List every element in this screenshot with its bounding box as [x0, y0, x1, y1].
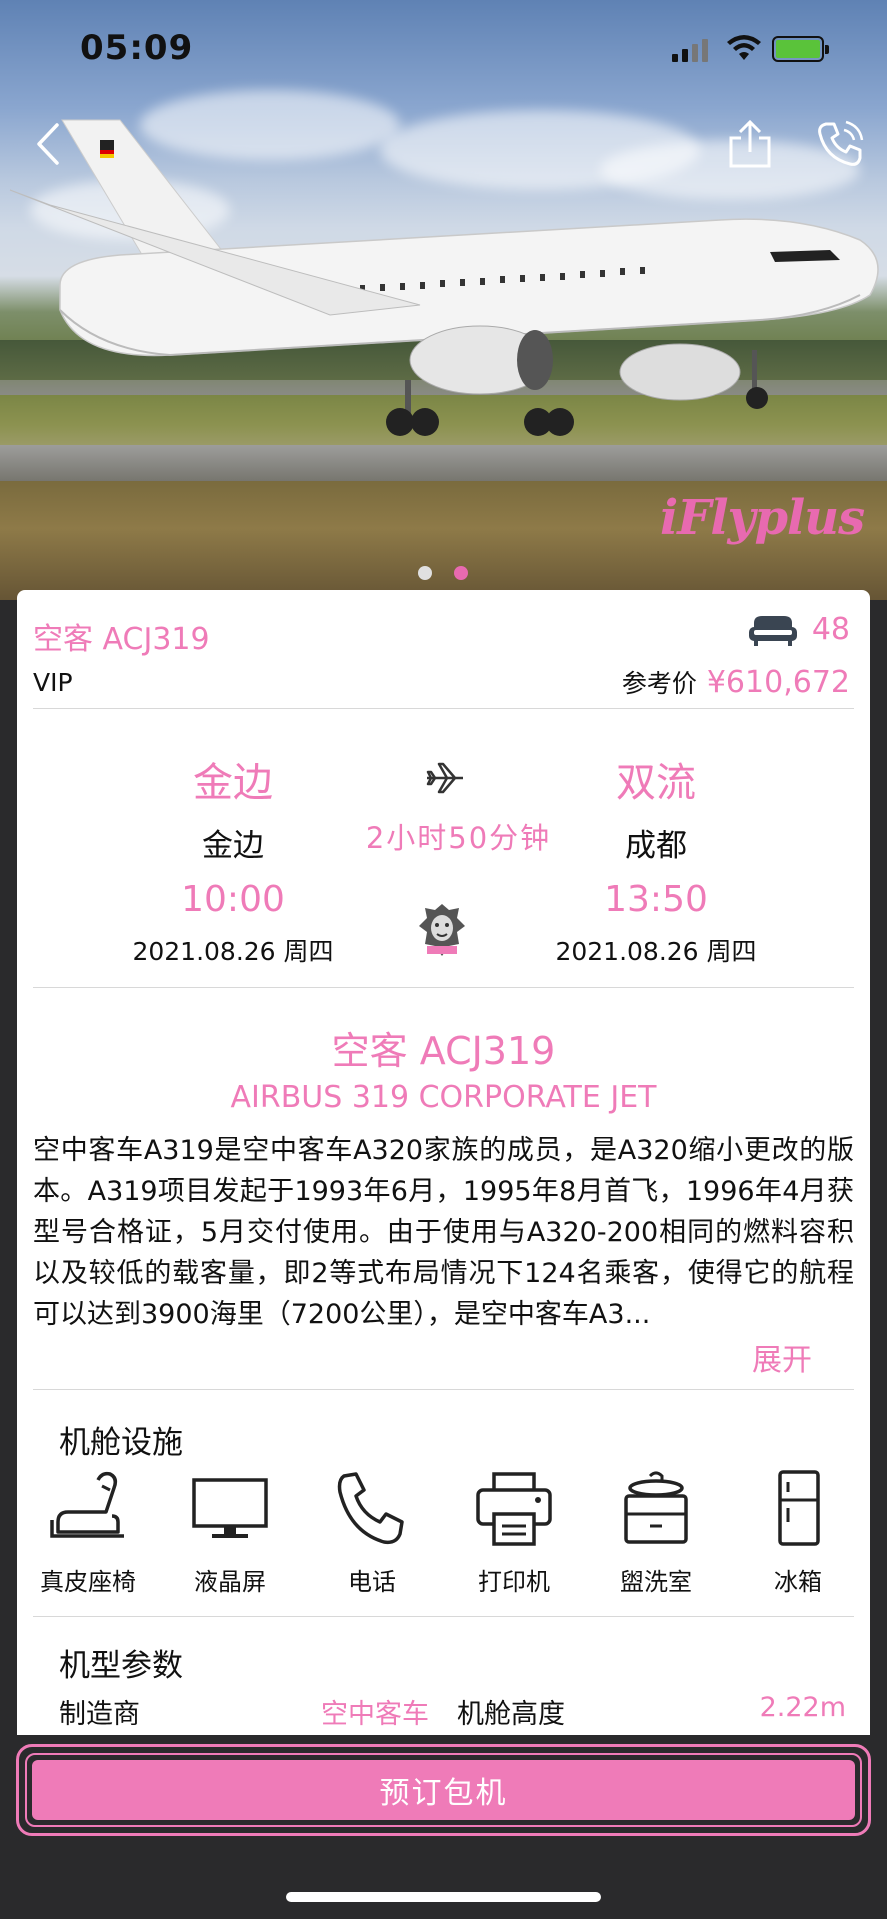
divider — [33, 1389, 854, 1390]
aircraft-photo: 05:09 iFlyplus — [0, 0, 887, 600]
flight-detail-card: 空客 ACJ319 48 VIP 参考价 ¥610,672 金边 金边 10:0… — [17, 590, 870, 1735]
price-value: ¥610,672 — [706, 665, 850, 700]
battery-icon — [772, 36, 829, 62]
arrival-time: 13:50 — [604, 879, 708, 920]
departure-info: 金边 金边 10:00 2021.08.26 周四 — [83, 750, 383, 968]
amenity-label: 电话 — [348, 1568, 396, 1596]
amenities-list: 真皮座椅 液晶屏 电话 打印机 盥洗室 冰箱 — [17, 1470, 870, 1597]
brand-logo: iFlyplus — [660, 490, 865, 546]
washroom-icon — [624, 1471, 688, 1544]
spec-value-cabin-height: 2.22m — [759, 1692, 846, 1723]
expand-link[interactable]: 展开 — [752, 1335, 812, 1379]
amenity-label: 盥洗室 — [620, 1568, 692, 1596]
description-body: 空中客车A319是空中客车A320家族的成员，是A320缩小更改的版本。A319… — [33, 1135, 854, 1330]
book-charter-frame: 预订包机 — [25, 1753, 862, 1827]
aircraft-model: 空客 ACJ319 — [33, 622, 210, 657]
carousel-indicator — [418, 566, 468, 580]
seat-count: 48 — [748, 612, 850, 647]
cabin-class: VIP — [33, 668, 73, 697]
flight-duration: 2小时50分钟 — [365, 821, 552, 855]
printer-icon — [476, 1472, 552, 1546]
seat-icon — [50, 1471, 124, 1538]
carousel-dot[interactable] — [418, 566, 432, 580]
status-time: 05:09 — [80, 28, 194, 68]
fridge-icon — [778, 1470, 820, 1546]
phone-call-icon — [818, 120, 864, 166]
call-button[interactable] — [812, 116, 868, 172]
arrival-airport: 双流 — [616, 760, 696, 806]
book-charter-button[interactable]: 预订包机 — [32, 1760, 855, 1820]
amenities-title: 机舱设施 — [59, 1425, 183, 1461]
spec-value-manufacturer: 空中客车 — [321, 1699, 429, 1730]
divider — [33, 708, 854, 709]
amenity-item: 液晶屏 — [159, 1470, 301, 1597]
departure-date: 2021.08.26 周四 — [132, 937, 334, 966]
back-button[interactable] — [20, 116, 76, 172]
divider — [33, 1616, 854, 1617]
book-charter-container: 预订包机 — [16, 1744, 871, 1836]
amenity-label: 打印机 — [478, 1568, 550, 1596]
amenity-label: 冰箱 — [774, 1568, 822, 1596]
airplane-icon — [426, 762, 463, 794]
specs-title: 机型参数 — [59, 1648, 183, 1684]
share-button[interactable] — [722, 116, 778, 172]
description-subtitle: AIRBUS 319 CORPORATE JET — [230, 1080, 657, 1115]
divider — [33, 987, 854, 988]
chevron-left-icon — [37, 123, 59, 165]
arrival-info: 双流 成都 13:50 2021.08.26 周四 — [506, 750, 806, 968]
amenity-item: 打印机 — [443, 1470, 585, 1597]
spec-label-cabin-height: 机舱高度 — [457, 1699, 565, 1730]
home-indicator[interactable] — [286, 1892, 601, 1902]
departure-time: 10:00 — [181, 879, 285, 920]
share-icon — [729, 120, 771, 168]
arrival-date: 2021.08.26 周四 — [555, 937, 757, 966]
carousel-dot-active[interactable] — [454, 566, 468, 580]
reference-price: 参考价 ¥610,672 — [622, 664, 850, 700]
departure-airport: 金边 — [193, 760, 273, 806]
amenity-label: 真皮座椅 — [40, 1568, 136, 1596]
lion-logo-icon — [419, 904, 465, 956]
amenity-item: 冰箱 — [727, 1470, 869, 1597]
seat-count-value: 48 — [811, 612, 850, 647]
amenity-label: 液晶屏 — [194, 1568, 266, 1596]
amenity-item: 盥洗室 — [585, 1470, 727, 1597]
cellular-signal-icon — [672, 38, 708, 62]
phone-icon — [337, 1472, 404, 1545]
amenity-item: 真皮座椅 — [17, 1470, 159, 1597]
wifi-icon — [727, 35, 761, 60]
monitor-icon — [192, 1478, 268, 1538]
amenity-item: 电话 — [301, 1470, 443, 1597]
seat-sofa-icon — [748, 615, 797, 646]
description-title: 空客 ACJ319 — [331, 1029, 556, 1073]
spec-label-manufacturer: 制造商 — [59, 1699, 140, 1730]
price-label: 参考价 — [621, 669, 697, 698]
